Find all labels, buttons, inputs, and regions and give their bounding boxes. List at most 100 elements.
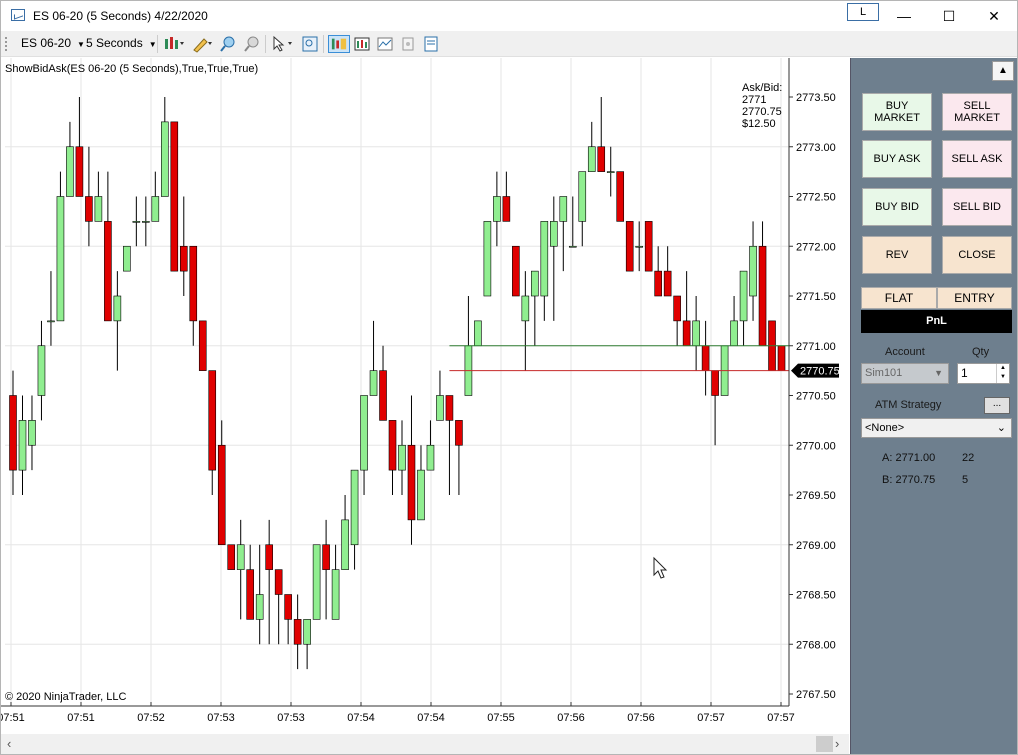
candle-body xyxy=(701,345,710,371)
pnl-display[interactable]: PnL xyxy=(861,310,1012,333)
sell-market-button[interactable]: SELL MARKET xyxy=(942,93,1012,131)
candle-body xyxy=(654,270,662,297)
candle-body xyxy=(208,370,217,471)
x-tick-label: 07:56 xyxy=(557,712,585,724)
qty-value: 1 xyxy=(961,366,968,380)
candle-body xyxy=(85,196,93,222)
interval-selector[interactable]: 5 Seconds ▼ xyxy=(86,36,157,50)
candle-body xyxy=(587,146,596,172)
close-button[interactable]: ✕ xyxy=(979,5,1009,27)
x-tick-label: 07:54 xyxy=(347,712,375,724)
price-chart[interactable]: 2770.75 2773.50 2773.00 2772.50 2772.00 2771… xyxy=(1,58,849,735)
scroll-thumb[interactable] xyxy=(816,736,833,752)
candle-body xyxy=(246,569,254,620)
y-tick-label: 2772.00 xyxy=(796,241,836,253)
candle-body xyxy=(550,221,558,247)
zoom-in-icon[interactable] xyxy=(219,35,237,53)
candle-body xyxy=(350,469,359,546)
reverse-button[interactable]: REV xyxy=(862,236,932,274)
candle-body xyxy=(673,295,681,322)
buy-market-button[interactable]: BUY MARKET xyxy=(862,93,932,131)
magnify-icon[interactable] xyxy=(301,35,319,53)
candle-body xyxy=(749,245,757,297)
instrument-link-button[interactable]: L xyxy=(847,3,879,21)
minimize-button[interactable]: — xyxy=(889,5,919,27)
collapse-panel-button[interactable]: ▲ xyxy=(992,61,1014,81)
candle-body xyxy=(711,370,719,396)
candle-body xyxy=(56,196,65,322)
candle-body xyxy=(398,444,406,471)
scroll-right-icon[interactable]: › xyxy=(835,736,839,751)
pointer-icon[interactable] xyxy=(271,35,295,53)
candle-body xyxy=(161,121,169,197)
candle-body xyxy=(284,594,292,620)
indicators-icon[interactable] xyxy=(376,35,394,53)
candle-body xyxy=(417,469,425,521)
scroll-left-icon[interactable]: ‹ xyxy=(7,736,11,751)
buy-ask-button[interactable]: BUY ASK xyxy=(862,140,932,178)
y-tick-label: 2771.00 xyxy=(796,341,836,353)
candle-body xyxy=(407,444,416,521)
candle-body xyxy=(132,221,141,223)
atm-strategy-selector[interactable]: <None> ⌄ xyxy=(861,418,1012,438)
candle-body xyxy=(341,519,349,570)
y-tick-label: 2772.50 xyxy=(796,192,836,204)
candlestick-plot[interactable]: 2770.75 2773.50 2773.00 2772.50 2772.00 2771… xyxy=(1,58,849,735)
horizontal-scrollbar[interactable]: ‹ › xyxy=(1,734,849,754)
buy-bid-button[interactable]: BUY BID xyxy=(862,188,932,226)
mouse-cursor-icon xyxy=(653,556,668,579)
candle-body xyxy=(777,345,786,371)
properties-icon[interactable] xyxy=(422,35,440,53)
x-tick-label: 07:56 xyxy=(627,712,655,724)
strategies-icon[interactable] xyxy=(399,35,417,53)
sell-bid-button[interactable]: SELL BID xyxy=(942,188,1012,226)
chart-trader-icon[interactable] xyxy=(328,35,350,53)
candle-body xyxy=(331,569,340,620)
chart-style-icon[interactable] xyxy=(163,35,185,53)
sell-ask-button[interactable]: SELL ASK xyxy=(942,140,1012,178)
data-box-icon[interactable] xyxy=(353,35,371,53)
drawing-tool-icon[interactable] xyxy=(191,35,213,53)
candle-body xyxy=(28,420,36,446)
entry-button[interactable]: ENTRY xyxy=(937,287,1012,309)
candle-body xyxy=(682,320,691,347)
chart-toolbar: ES 06-20 ▼ 5 Seconds ▼ xyxy=(1,31,1017,57)
account-selector[interactable]: Sim101 ▼ xyxy=(861,363,949,384)
x-tick-label: 07:53 xyxy=(277,712,305,724)
qty-label: Qty xyxy=(972,346,990,358)
toolbar-divider xyxy=(157,35,158,53)
instrument-label: ES 06-20 xyxy=(21,36,72,50)
toolbar-grip[interactable] xyxy=(5,37,7,51)
candle-body xyxy=(9,395,17,471)
y-tick-label: 2769.50 xyxy=(796,490,836,502)
bid-price: 2770.75 xyxy=(742,106,782,118)
candle-body xyxy=(521,295,530,322)
y-tick-label: 2767.50 xyxy=(796,689,836,701)
title-bar[interactable]: ES 06-20 (5 Seconds) 4/22/2020 L — ☐ ✕ xyxy=(1,1,1017,31)
candle-body xyxy=(568,245,577,248)
flat-button[interactable]: FLAT xyxy=(861,287,937,309)
zoom-out-icon[interactable] xyxy=(243,35,261,53)
y-tick-label: 2771.50 xyxy=(796,291,836,303)
maximize-button[interactable]: ☐ xyxy=(934,5,964,27)
x-tick-label: 07:51 xyxy=(1,712,25,724)
candle-body xyxy=(236,544,245,570)
atm-strategy-label: ATM Strategy xyxy=(875,399,942,411)
spin-arrows-icon[interactable]: ▲ ▼ xyxy=(996,364,1009,383)
account-value: Sim101 xyxy=(865,367,903,379)
candle-body xyxy=(217,444,226,546)
candle-body xyxy=(502,196,511,222)
close-position-button[interactable]: CLOSE xyxy=(942,236,1012,274)
candle-body xyxy=(104,221,112,322)
instrument-selector[interactable]: ES 06-20 ▼ xyxy=(21,36,85,50)
quantity-stepper[interactable]: 1 ▲ ▼ xyxy=(957,363,1010,384)
candle-body xyxy=(493,196,501,222)
y-tick-label: 2773.50 xyxy=(796,92,836,104)
candle-body xyxy=(37,345,46,396)
atm-more-button[interactable]: ... xyxy=(984,397,1010,414)
candle-body xyxy=(142,221,150,223)
atm-strategy-value: <None> xyxy=(865,422,905,434)
candle-body xyxy=(198,320,207,371)
candle-body xyxy=(692,320,700,347)
chart-grid xyxy=(5,58,789,702)
